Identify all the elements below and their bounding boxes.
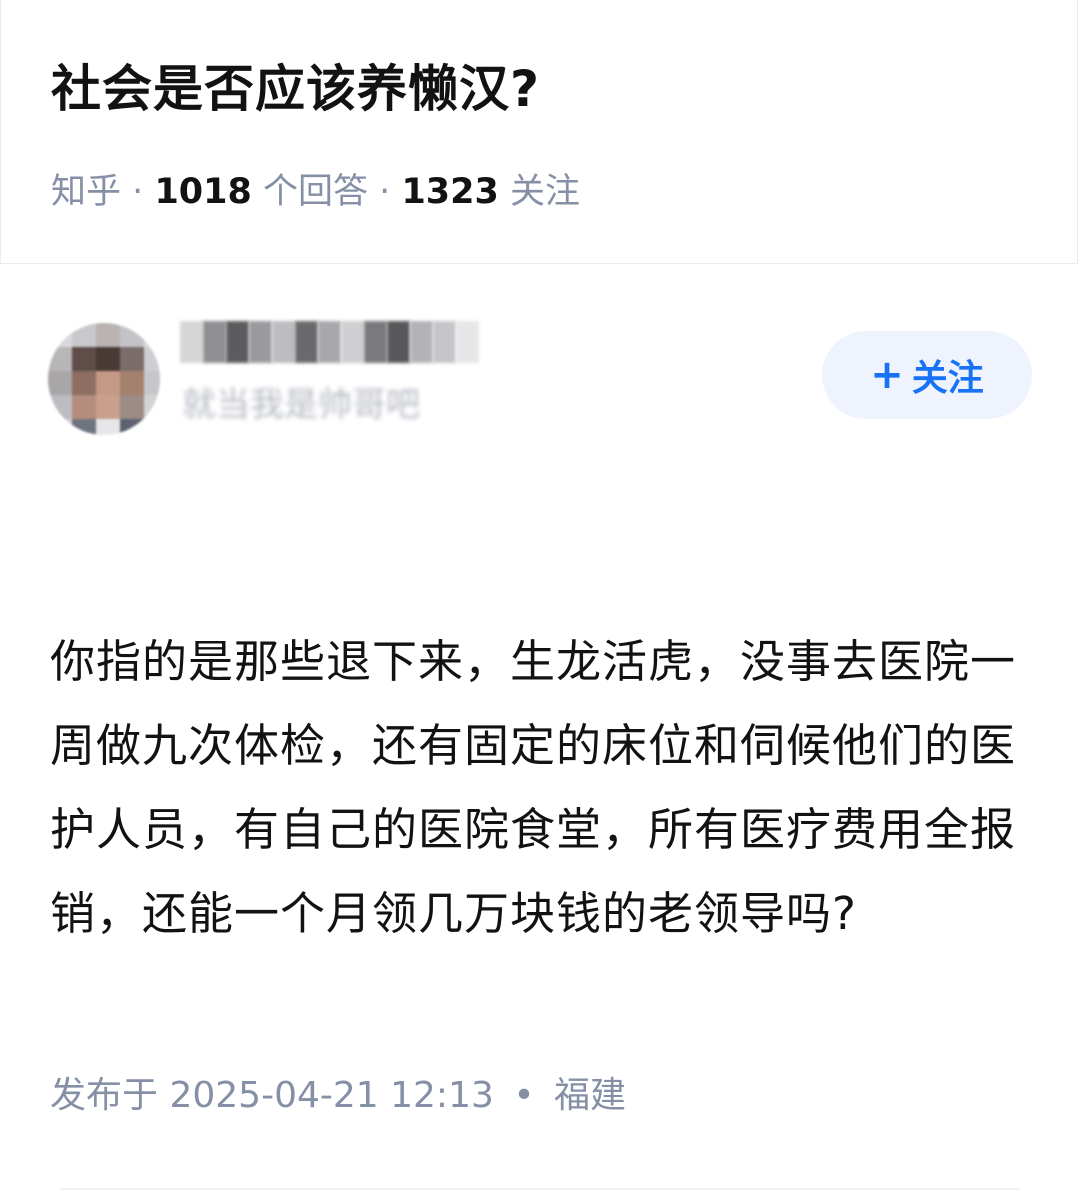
location: 福建 xyxy=(554,1075,627,1116)
follow-label: 关注 xyxy=(911,358,984,399)
plus-icon: + xyxy=(870,352,904,398)
follower-count: 1323 xyxy=(401,172,499,212)
source-label: 知乎 xyxy=(51,172,122,212)
question-meta: 知乎 · 1018 个回答 · 1323 关注 xyxy=(51,168,580,216)
follower-count-unit: 关注 xyxy=(510,172,581,212)
author-name-pixelated[interactable] xyxy=(180,321,479,363)
follow-button[interactable]: + 关注 xyxy=(822,331,1032,419)
author-row: 就当我是帅哥吧 + 关注 xyxy=(0,265,1080,465)
publish-meta: 发布于 2025-04-21 12:13 • 福建 xyxy=(50,1066,626,1126)
answer-count-unit: 个回答 xyxy=(263,172,369,212)
meta-separator: · xyxy=(132,172,144,212)
meta-dot: • xyxy=(513,1075,535,1116)
meta-separator: · xyxy=(379,172,391,212)
published-label: 发布于 xyxy=(50,1075,159,1116)
author-bio: 就当我是帅哥吧 xyxy=(182,385,420,425)
answer-content[interactable]: 你指的是那些退下来，生龙活虎，没事去医院一周做九次体检，还有固定的床位和伺候他们… xyxy=(50,620,1035,956)
question-title[interactable]: 社会是否应该养懒汉? xyxy=(51,52,540,126)
question-card[interactable]: 社会是否应该养懒汉? 知乎 · 1018 个回答 · 1323 关注 xyxy=(0,0,1078,264)
avatar[interactable] xyxy=(48,323,160,435)
divider xyxy=(60,1188,1020,1190)
answer-count: 1018 xyxy=(154,172,252,212)
published-time: 2025-04-21 12:13 xyxy=(169,1075,494,1116)
